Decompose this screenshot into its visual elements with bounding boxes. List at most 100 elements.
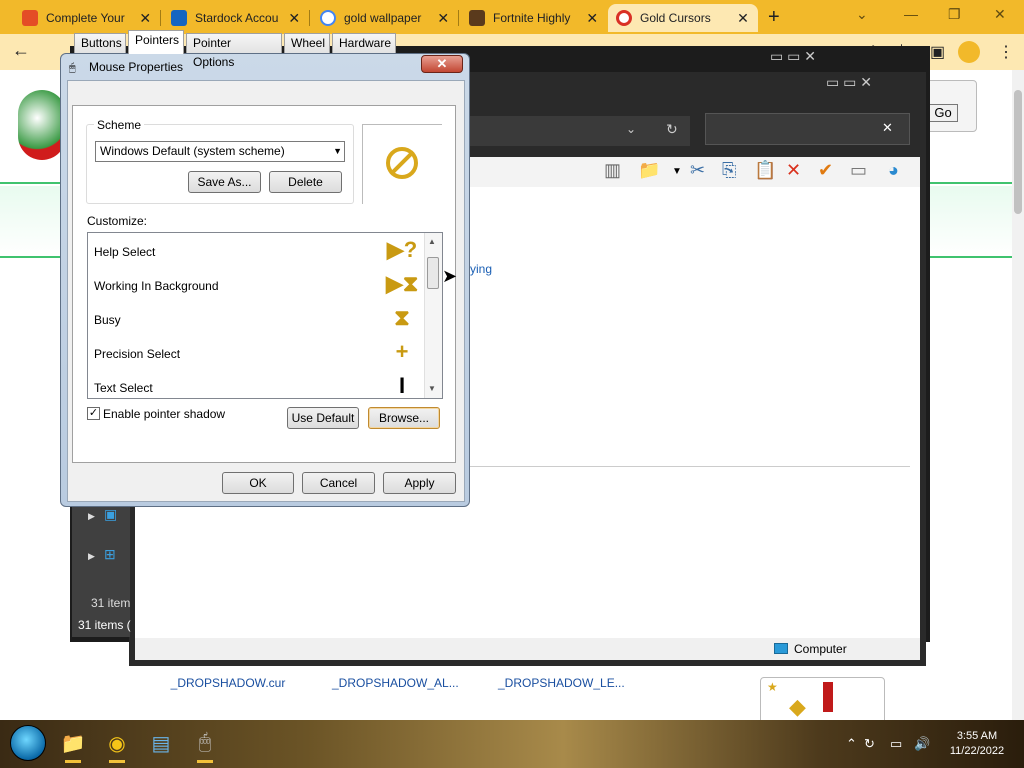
tab-close-icon[interactable]: ✕ bbox=[736, 10, 750, 27]
help-select-cursor-icon: ▶? bbox=[386, 237, 418, 262]
close-window-button[interactable]: ✕ bbox=[994, 6, 1006, 23]
file-link[interactable]: _DROPSHADOW.cur bbox=[166, 676, 290, 692]
tab-gold-wallpaper[interactable]: gold wallpaper ✕ bbox=[312, 4, 458, 32]
divider bbox=[470, 466, 910, 467]
rename-icon[interactable]: ▭ bbox=[850, 160, 867, 181]
tab-close-icon[interactable]: ✕ bbox=[139, 10, 152, 27]
scheme-label: Scheme bbox=[94, 118, 145, 132]
google-icon bbox=[320, 10, 336, 26]
cancel-button[interactable]: Cancel bbox=[302, 472, 375, 494]
scroll-down-arrow-icon[interactable]: ▼ bbox=[428, 384, 436, 393]
tab-title: Complete Your bbox=[46, 11, 125, 25]
explorer-front-controls-icon[interactable]: ▭ ▭ ✕ bbox=[826, 74, 872, 91]
active-indicator bbox=[109, 760, 125, 763]
start-button[interactable] bbox=[10, 725, 46, 761]
active-indicator bbox=[197, 760, 213, 763]
file-explorer-icon[interactable]: 📁 bbox=[60, 731, 86, 757]
pointer-label: Busy bbox=[94, 313, 121, 327]
cut-icon[interactable]: ✂ bbox=[690, 160, 705, 181]
scheme-dropdown[interactable]: Windows Default (system scheme) ▼ bbox=[95, 141, 345, 162]
tab-title: Stardock Accou bbox=[195, 11, 279, 25]
list-item[interactable]: Precision Select + bbox=[88, 335, 426, 369]
paste-icon[interactable]: 📋 bbox=[754, 160, 776, 181]
tab-hardware[interactable]: Hardware bbox=[332, 33, 396, 53]
tab-fortnite[interactable]: Fortnite Highly ✕ bbox=[461, 4, 607, 32]
expand-arrow-icon[interactable]: ▶ bbox=[88, 511, 95, 522]
go-button[interactable]: Go bbox=[928, 104, 958, 122]
explorer-back-controls-icon[interactable]: ▭ ▭ ✕ bbox=[770, 48, 816, 65]
shell-icon[interactable]: ◕ bbox=[888, 160, 899, 181]
ok-button[interactable]: OK bbox=[222, 472, 294, 494]
chevron-down-icon[interactable]: ▼ bbox=[333, 142, 342, 161]
tab-separator bbox=[160, 10, 161, 26]
enable-shadow-checkbox[interactable]: ✓ bbox=[87, 407, 100, 420]
unavailable-cursor-icon bbox=[386, 147, 418, 179]
tab-favicon-icon bbox=[469, 10, 485, 26]
tray-expand-icon[interactable]: ⌃ bbox=[846, 736, 857, 752]
tab-close-icon[interactable]: ✕ bbox=[586, 10, 599, 27]
dialog-close-button[interactable]: ✕ bbox=[421, 55, 463, 73]
cursor-preview-thumbnail[interactable]: ★ ◆ bbox=[760, 677, 885, 723]
tab-separator bbox=[309, 10, 310, 26]
tab-search-icon[interactable]: ⌄ bbox=[856, 6, 868, 23]
pointer-list[interactable]: Help Select ▶? Working In Background ▶⧗ … bbox=[87, 232, 443, 399]
tab-buttons[interactable]: Buttons bbox=[74, 33, 126, 53]
clear-search-icon[interactable]: ✕ bbox=[882, 120, 893, 136]
menu-icon[interactable]: ⋮ bbox=[998, 42, 1014, 62]
computer-icon bbox=[774, 643, 788, 654]
control-panel-icon[interactable]: ▤ bbox=[148, 731, 174, 757]
dialog-title: Mouse Properties bbox=[89, 60, 184, 74]
list-item[interactable]: Working In Background ▶⧗ bbox=[88, 267, 426, 301]
tab-wheel[interactable]: Wheel bbox=[284, 33, 330, 53]
minimize-button[interactable]: — bbox=[904, 6, 918, 22]
file-link[interactable]: _DROPSHADOW_AL... bbox=[332, 676, 459, 692]
pointer-list-scrollbar-thumb[interactable] bbox=[427, 257, 439, 289]
tab-pointer-options[interactable]: Pointer Options bbox=[186, 33, 282, 69]
restore-button[interactable]: ❐ bbox=[948, 6, 961, 23]
chrome-icon[interactable]: ◉ bbox=[104, 731, 130, 757]
pointer-label: Working In Background bbox=[94, 279, 219, 293]
volume-icon[interactable]: 🔊 bbox=[914, 736, 930, 752]
network-icon[interactable]: ⊞ bbox=[104, 546, 116, 563]
save-as-button[interactable]: Save As... bbox=[188, 171, 261, 193]
use-default-button[interactable]: Use Default bbox=[287, 407, 359, 429]
back-arrow-icon[interactable]: ← bbox=[12, 40, 30, 61]
file-link[interactable]: _DROPSHADOW_LE... bbox=[498, 676, 625, 692]
tab-stardock[interactable]: Stardock Accou ✕ bbox=[163, 4, 309, 32]
display-icon[interactable]: ▭ bbox=[890, 736, 902, 752]
apply-button[interactable]: Apply bbox=[383, 472, 456, 494]
tab-pointers[interactable]: Pointers bbox=[128, 30, 184, 54]
sync-icon[interactable]: ↻ bbox=[864, 736, 875, 752]
checkmark-icon[interactable]: ✔ bbox=[818, 160, 833, 181]
mouse-pointer-icon: ➤ bbox=[442, 266, 458, 286]
folder-check-icon[interactable]: 📁 bbox=[638, 160, 660, 181]
explorer-search-input[interactable]: ✕ bbox=[705, 113, 910, 145]
delete-icon[interactable]: ✕ bbox=[786, 160, 801, 181]
clock[interactable]: 3:55 AM 11/22/2022 bbox=[944, 729, 1010, 759]
refresh-icon[interactable]: ↻ bbox=[666, 121, 678, 138]
profile-avatar[interactable] bbox=[958, 41, 980, 63]
scroll-up-arrow-icon[interactable]: ▲ bbox=[428, 237, 436, 246]
list-item[interactable]: Text Select I bbox=[88, 369, 426, 398]
list-item[interactable]: Busy ⧗ bbox=[88, 301, 426, 335]
layout-icon[interactable]: ▥ bbox=[604, 160, 621, 181]
side-panel-icon[interactable]: ▣ bbox=[930, 42, 945, 62]
browse-button[interactable]: Browse... bbox=[368, 407, 440, 429]
site-logo-icon bbox=[18, 90, 66, 160]
mouse-icon[interactable]: 🖱 bbox=[192, 731, 218, 757]
tab-gold-cursors[interactable]: Gold Cursors ✕ bbox=[608, 4, 758, 32]
chevron-down-icon[interactable]: ⌄ bbox=[626, 122, 636, 136]
delete-button[interactable]: Delete bbox=[269, 171, 342, 193]
copy-icon[interactable]: ⎘ bbox=[722, 160, 736, 181]
list-item[interactable]: Help Select ▶? bbox=[88, 233, 426, 267]
expand-arrow-icon[interactable]: ▶ bbox=[88, 551, 95, 562]
monitor-icon[interactable]: ▣ bbox=[104, 506, 117, 523]
new-tab-button[interactable]: + bbox=[768, 6, 780, 29]
page-scrollbar-thumb[interactable] bbox=[1014, 90, 1022, 214]
chevron-down-icon[interactable]: ▼ bbox=[672, 166, 682, 177]
tab-close-icon[interactable]: ✕ bbox=[288, 10, 301, 27]
busy-hourglass-cursor-icon: ⧗ bbox=[394, 305, 410, 330]
explorer-address-bar[interactable]: ⌄ ↻ bbox=[470, 116, 690, 146]
tab-complete-your[interactable]: Complete Your ✕ bbox=[14, 4, 160, 32]
tab-close-icon[interactable]: ✕ bbox=[437, 10, 450, 27]
